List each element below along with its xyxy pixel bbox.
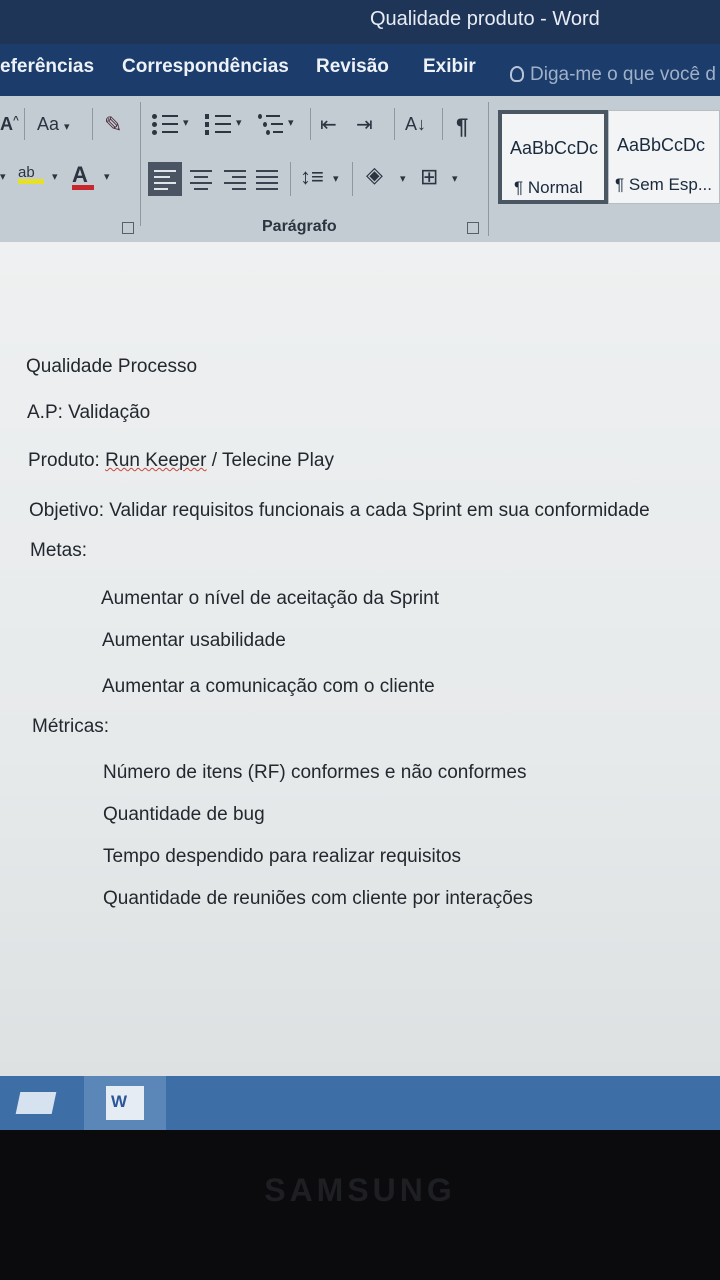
lightbulb-icon xyxy=(510,66,524,82)
chevron-down-icon[interactable]: ▾ xyxy=(236,116,242,129)
style-sem-espacamento[interactable]: AaBbCcDc ¶ Sem Esp... xyxy=(608,110,720,204)
font-color-label: A xyxy=(72,162,88,187)
doc-metric-item: Quantidade de reuniões com cliente por i… xyxy=(103,888,533,909)
change-case-button[interactable]: Aa ▾ xyxy=(37,114,70,135)
doc-metric-item: Número de itens (RF) conformes e não con… xyxy=(103,762,527,783)
screen: Qualidade produto - Word eferências Corr… xyxy=(0,0,720,1130)
doc-meta-item: Aumentar usabilidade xyxy=(102,630,286,651)
font-dialog-launcher-icon[interactable] xyxy=(122,222,134,234)
borders-icon[interactable]: ⊞ xyxy=(420,164,438,190)
doc-metas-label: Metas: xyxy=(30,540,88,561)
highlight-label: ab xyxy=(18,164,35,181)
chevron-down-icon[interactable]: ▾ xyxy=(333,172,339,185)
clear-formatting-icon[interactable]: ✎ xyxy=(104,112,122,138)
doc-heading: Qualidade Processo xyxy=(26,356,198,377)
doc-product-prefix: Produto: xyxy=(28,450,106,471)
multilevel-list-icon[interactable] xyxy=(258,114,284,136)
tab-exibir[interactable]: Exibir xyxy=(423,56,476,78)
separator xyxy=(352,162,353,196)
justify-icon[interactable] xyxy=(254,168,280,190)
chevron-down-icon[interactable]: ▾ xyxy=(288,116,294,129)
paragraph-group-label: Parágrafo xyxy=(262,218,337,235)
bezel-brand-logo: SAMSUNG xyxy=(264,1172,456,1208)
doc-product-suffix: / Telecine Play xyxy=(206,450,334,471)
doc-metric-item: Tempo despendido para realizar requisito… xyxy=(103,846,462,867)
doc-objective-line: Objetivo: Validar requisitos funcionais … xyxy=(29,500,650,521)
chevron-down-icon[interactable]: ▾ xyxy=(452,172,458,185)
taskbar: W xyxy=(0,1076,720,1130)
word-icon-letter: W xyxy=(111,1092,128,1111)
doc-product-name: Run Keeper xyxy=(105,450,207,471)
tell-me-placeholder: Diga-me o que você d xyxy=(530,64,716,85)
doc-product-line: Produto: Run Keeper / Telecine Play xyxy=(28,450,334,472)
align-left-icon[interactable] xyxy=(148,162,182,196)
chevron-down-icon[interactable]: ▾ xyxy=(52,170,58,183)
style-normal-name: ¶ Normal xyxy=(514,178,583,197)
decrease-indent-icon[interactable]: ⇤ xyxy=(320,112,337,137)
style-sem-espacamento-name: ¶ Sem Esp... xyxy=(615,175,712,194)
separator xyxy=(442,108,443,140)
doc-metricas-label: Métricas: xyxy=(32,716,110,737)
doc-metric-item: Quantidade de bug xyxy=(103,804,265,825)
tab-correspondencias[interactable]: Correspondências xyxy=(122,56,289,78)
chevron-down-icon[interactable]: ▾ xyxy=(183,116,189,129)
increase-indent-icon[interactable]: ⇥ xyxy=(356,112,373,137)
separator xyxy=(290,162,291,196)
separator xyxy=(310,108,311,140)
doc-meta-item: Aumentar a comunicação com o cliente xyxy=(102,676,435,697)
document-page[interactable]: Qualidade Processo A.P: Validação Produt… xyxy=(0,242,720,1076)
align-right-icon[interactable] xyxy=(222,168,248,190)
grow-font-icon[interactable]: A^ xyxy=(0,114,19,135)
line-spacing-icon[interactable]: ↕≡ xyxy=(300,164,324,190)
paragraph-dialog-launcher-icon[interactable] xyxy=(467,222,479,234)
font-color-icon[interactable]: A xyxy=(72,162,94,190)
numbering-icon[interactable] xyxy=(205,114,231,136)
task-view-icon[interactable] xyxy=(14,1076,66,1130)
separator xyxy=(140,102,141,226)
change-case-label: Aa xyxy=(37,114,60,134)
style-sem-espacamento-sample: AaBbCcDc xyxy=(617,135,706,155)
doc-meta-item: Aumentar o nível de aceitação da Sprint xyxy=(101,588,439,609)
show-formatting-icon[interactable]: ¶ xyxy=(456,114,468,140)
tab-referencias[interactable]: eferências xyxy=(0,56,94,78)
style-normal[interactable]: AaBbCcDc ¶ Normal xyxy=(498,110,608,204)
word-icon: W xyxy=(106,1086,144,1120)
separator xyxy=(24,108,25,140)
bullets-icon[interactable] xyxy=(152,114,178,136)
doc-ap-line: A.P: Validação xyxy=(27,402,151,423)
separator xyxy=(488,102,489,236)
window-title: Qualidade produto - Word xyxy=(370,8,600,30)
chevron-down-icon[interactable]: ▾ xyxy=(400,172,406,185)
align-center-icon[interactable] xyxy=(188,168,214,190)
shading-icon[interactable]: ◈ xyxy=(366,162,383,188)
highlight-icon[interactable]: ab xyxy=(18,164,44,184)
tab-revisao[interactable]: Revisão xyxy=(316,56,389,78)
separator xyxy=(394,108,395,140)
chevron-down-icon[interactable]: ▾ xyxy=(104,170,110,183)
title-bar: Qualidade produto - Word xyxy=(0,0,720,44)
separator xyxy=(92,108,93,140)
tell-me-search[interactable]: Diga-me o que você d xyxy=(510,64,716,86)
chevron-down-icon[interactable]: ▾ xyxy=(0,170,6,183)
style-normal-sample: AaBbCcDc xyxy=(510,138,599,158)
taskbar-word-button[interactable]: W xyxy=(84,1076,166,1130)
sort-icon[interactable]: A↓ xyxy=(405,114,426,135)
